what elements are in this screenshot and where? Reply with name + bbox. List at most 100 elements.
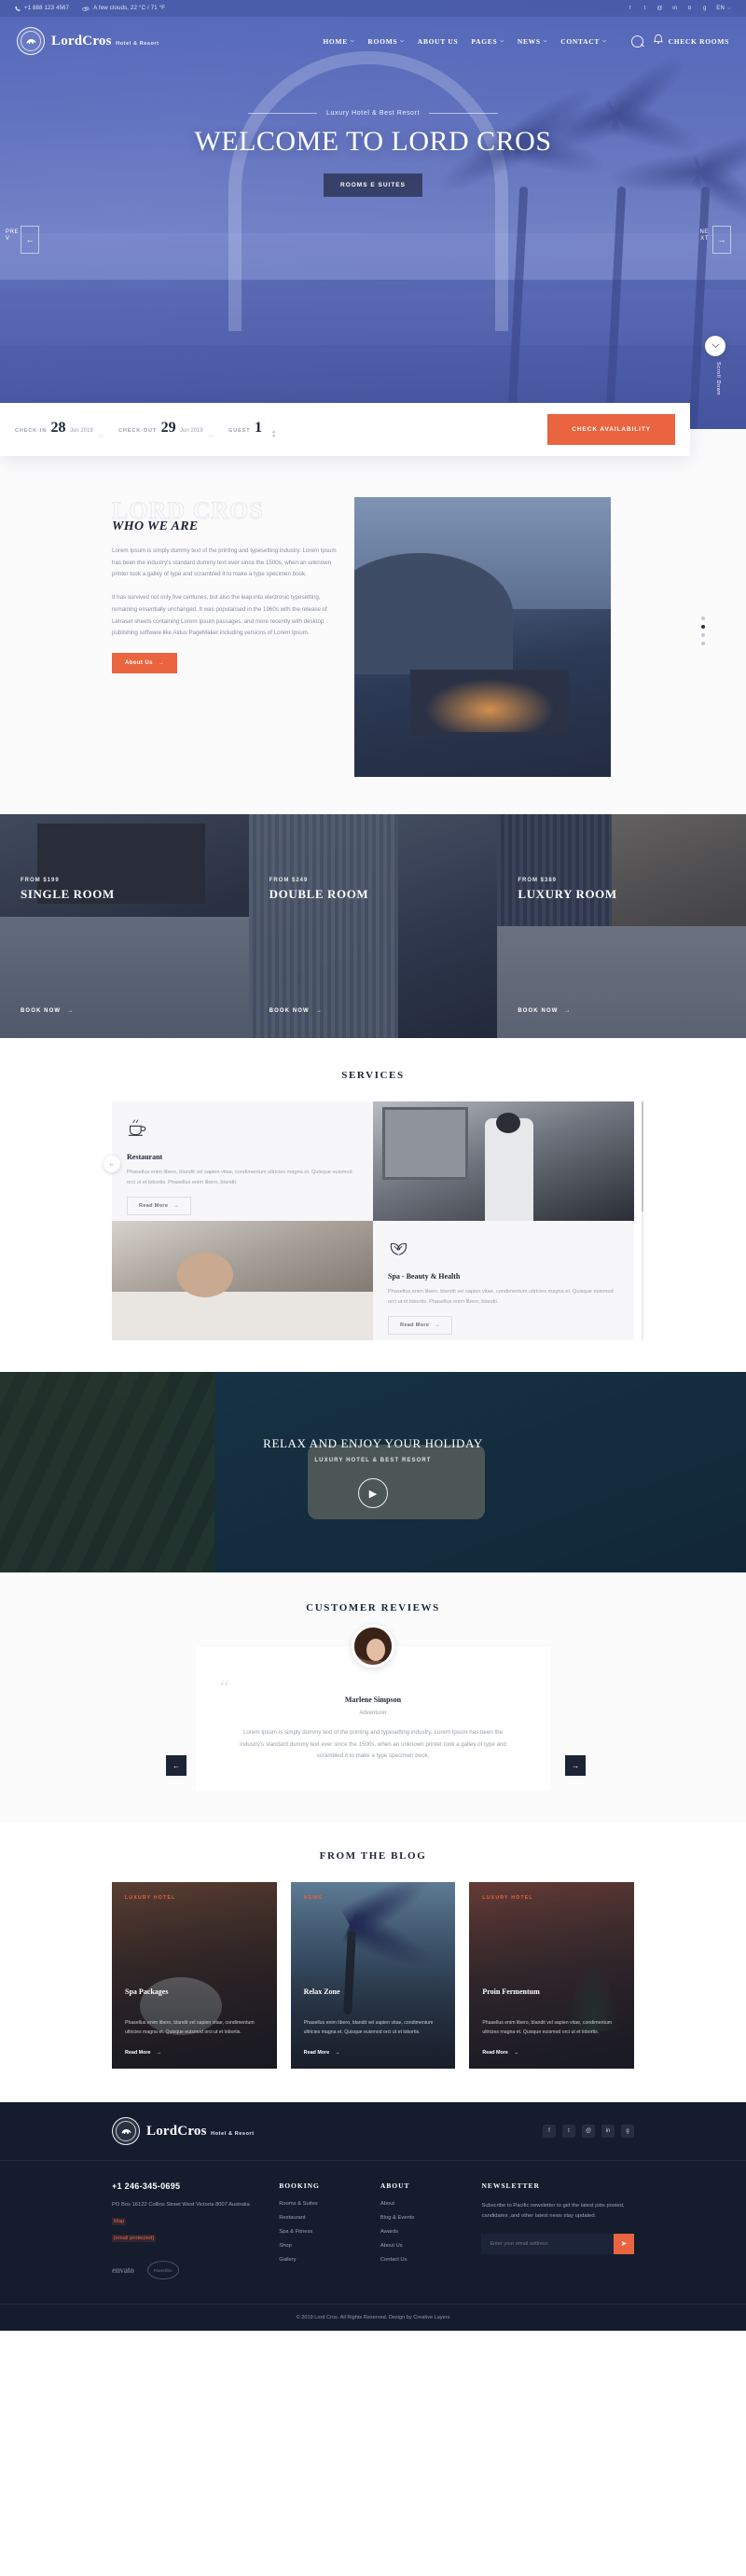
blog-read-more-button[interactable]: Read More → — [125, 2050, 161, 2056]
footer-link-blog-events[interactable]: Blog & Events — [380, 2215, 458, 2221]
about-paragraph-2: It has survived not only five centuries,… — [112, 594, 327, 637]
footer-link-gallery[interactable]: Gallery — [279, 2257, 356, 2263]
footer-brand[interactable]: LordCros Hotel & Resort — [112, 2117, 255, 2146]
footer-link-shop[interactable]: Shop — [279, 2243, 356, 2249]
arrow-right-icon: → — [335, 2050, 340, 2057]
search-icon[interactable] — [630, 35, 643, 48]
top-bar: +1 888 123 4567 A few clouds, 22 °C / 71… — [0, 0, 746, 17]
checkout-day: 29 — [160, 419, 176, 436]
social-linkedin-icon[interactable]: in — [601, 2125, 615, 2139]
read-more-label: Read More — [139, 1202, 169, 1209]
slider-next-button[interactable]: → — [712, 226, 731, 254]
blog-card[interactable]: LUXURY HOTEL Spa Packages Phasellus enim… — [112, 1882, 277, 2070]
chevron-down-icon[interactable]: ⌵ — [99, 433, 104, 440]
footer-booking-heading: BOOKING — [279, 2181, 320, 2191]
nav-item-home[interactable]: HOME ⌵ — [323, 37, 354, 46]
book-label: BOOK NOW — [518, 1008, 559, 1014]
social-behance-icon[interactable]: b — [686, 6, 693, 11]
nav-item-news[interactable]: NEWS ⌵ — [518, 37, 547, 46]
room-book-button[interactable]: BOOK NOW → — [21, 1008, 74, 1014]
check-rooms-button[interactable]: CHECK ROOMS — [653, 33, 729, 49]
check-availability-button[interactable]: CHECK AVAILABILITY — [547, 414, 675, 445]
service-read-more-button[interactable]: Read More → — [388, 1315, 453, 1335]
scrollbar-thumb[interactable] — [642, 1101, 643, 1212]
dot-2[interactable] — [701, 625, 705, 629]
footer-brand-text: LordCros Hotel & Resort — [146, 2123, 255, 2140]
blog-post-title: Spa Packages — [125, 1987, 169, 1997]
reviews-next-button[interactable]: → — [565, 1755, 586, 1776]
dot-1[interactable] — [701, 616, 705, 620]
play-icon[interactable]: ▶ — [358, 1478, 388, 1508]
footer-email-link[interactable]: [email protected] — [112, 2235, 156, 2243]
hero-cta-button[interactable]: ROOMS E SUITES — [324, 173, 422, 197]
brand-logo[interactable]: LordCros Hotel & Resort — [17, 27, 159, 55]
services-prev-button[interactable]: ← — [104, 1156, 120, 1172]
reviews-prev-button[interactable]: ← — [166, 1755, 186, 1776]
language-switcher[interactable]: EN ⌵ — [716, 6, 731, 11]
newsletter-email-input[interactable] — [481, 2233, 614, 2254]
nav-item-rooms[interactable]: ROOMS ⌵ — [367, 37, 404, 46]
room-card-luxury[interactable]: FROM $389 LUXURY ROOM BOOK NOW → — [497, 814, 746, 1038]
social-twitter-icon[interactable]: t — [562, 2125, 575, 2139]
footer-link-about-us[interactable]: About Us — [380, 2243, 458, 2249]
social-instagram-icon[interactable]: @ — [656, 6, 663, 11]
guest-stepper[interactable]: ▲ ▼ — [271, 429, 276, 440]
slider-prev-button[interactable]: ← — [21, 226, 39, 254]
social-linkedin-icon[interactable]: in — [671, 6, 678, 11]
footer-link-awards[interactable]: Awards — [380, 2229, 458, 2235]
chevron-down-icon: ⌵ — [602, 39, 607, 44]
about-image-col — [343, 497, 746, 777]
footer-link-rooms-suites[interactable]: Rooms & Suites — [279, 2201, 356, 2207]
room-book-button[interactable]: BOOK NOW → — [269, 1008, 323, 1014]
social-google-icon[interactable]: g — [621, 2125, 634, 2139]
checkin-field[interactable]: CHECK-IN 28 Jun 2019 ⌵ — [15, 420, 118, 440]
service-text: Phasellus enim libero, blandit vel sapie… — [127, 1170, 352, 1185]
social-facebook-icon[interactable]: f — [543, 2125, 556, 2139]
blog-read-more-button[interactable]: Read More → — [482, 2050, 518, 2056]
services-scrollbar[interactable] — [642, 1101, 643, 1340]
phone-item[interactable]: +1 888 123 4567 — [15, 6, 69, 11]
dot-4[interactable] — [701, 642, 705, 645]
blog-category: LUXURY HOTEL — [125, 1895, 176, 1902]
footer-link-restaurant[interactable]: Restaurant — [279, 2215, 356, 2221]
nav-item-contact[interactable]: CONTACT ⌵ — [560, 37, 606, 46]
banner-subtitle: LUXURY HOTEL & BEST RESORT — [314, 1458, 432, 1463]
room-book-button[interactable]: BOOK NOW → — [518, 1008, 571, 1014]
footer-link-about[interactable]: About — [380, 2201, 458, 2207]
blog-title: FROM THE BLOG — [319, 1850, 427, 1863]
room-card-double[interactable]: FROM $249 DOUBLE ROOM BOOK NOW → — [248, 814, 498, 1038]
about-us-button[interactable]: About Us → — [112, 652, 178, 673]
footer-copyright: © 2019 Lord Cros. All Rights Reserved. D… — [0, 2304, 746, 2331]
room-card-single[interactable]: FROM $199 SINGLE ROOM BOOK NOW → — [0, 814, 249, 1038]
guest-field[interactable]: GUEST 1 ▲ ▼ — [228, 420, 291, 440]
footer-map-link[interactable]: Map — [112, 2218, 127, 2226]
nav-item-about-us[interactable]: ABOUT US — [418, 37, 459, 46]
dot-3[interactable] — [701, 633, 705, 637]
about-slider-dots[interactable] — [701, 616, 705, 645]
footer-top: LordCros Hotel & Resort f t @ in g — [0, 2102, 746, 2162]
blog-read-more-button[interactable]: Read More → — [304, 2050, 340, 2056]
service-read-more-button[interactable]: Read More → — [127, 1196, 192, 1215]
footer-brand-name: LordCros — [146, 2124, 207, 2140]
social-google-icon[interactable]: g — [701, 6, 708, 11]
video-banner: RELAX AND ENJOY YOUR HOLIDAY LUXURY HOTE… — [0, 1372, 746, 1572]
checkout-field[interactable]: CHECK-OUT 29 Jun 2019 ⌵ — [118, 420, 228, 440]
social-facebook-icon[interactable]: f — [627, 6, 633, 11]
scroll-down-button[interactable] — [705, 336, 725, 356]
newsletter-send-button[interactable]: ➤ — [613, 2233, 634, 2254]
social-twitter-icon[interactable]: t — [642, 6, 648, 11]
blog-card[interactable]: LUXURY HOTEL Proin Fermentum Phasellus e… — [469, 1882, 635, 2070]
social-instagram-icon[interactable]: @ — [582, 2125, 595, 2139]
chevron-down-icon[interactable]: ⌵ — [209, 433, 214, 440]
nav-item-pages[interactable]: PAGES ⌵ — [471, 37, 504, 46]
blog-card[interactable]: NEWS Relax Zone Phasellus enim libero, b… — [290, 1882, 456, 2070]
footer-link-contact-us[interactable]: Contact Us — [380, 2257, 458, 2263]
blog-post-title: Proin Fermentum — [482, 1987, 540, 1997]
reviews-section: CUSTOMER REVIEWS “ Marlene Simpson Adven… — [0, 1572, 746, 1823]
footer-phone[interactable]: +1 246-345-0695 — [112, 2181, 255, 2191]
brand-name: LordCros — [51, 34, 112, 48]
review-text: Lorem Ipsum is simply dummy text of the … — [240, 1729, 506, 1760]
stepper-down-icon[interactable]: ▼ — [271, 434, 276, 440]
footer-about-col: ABOUT About Blog & Events Awards About U… — [380, 2181, 458, 2279]
footer-link-spa-fitness[interactable]: Spa & Fitness — [279, 2229, 356, 2235]
